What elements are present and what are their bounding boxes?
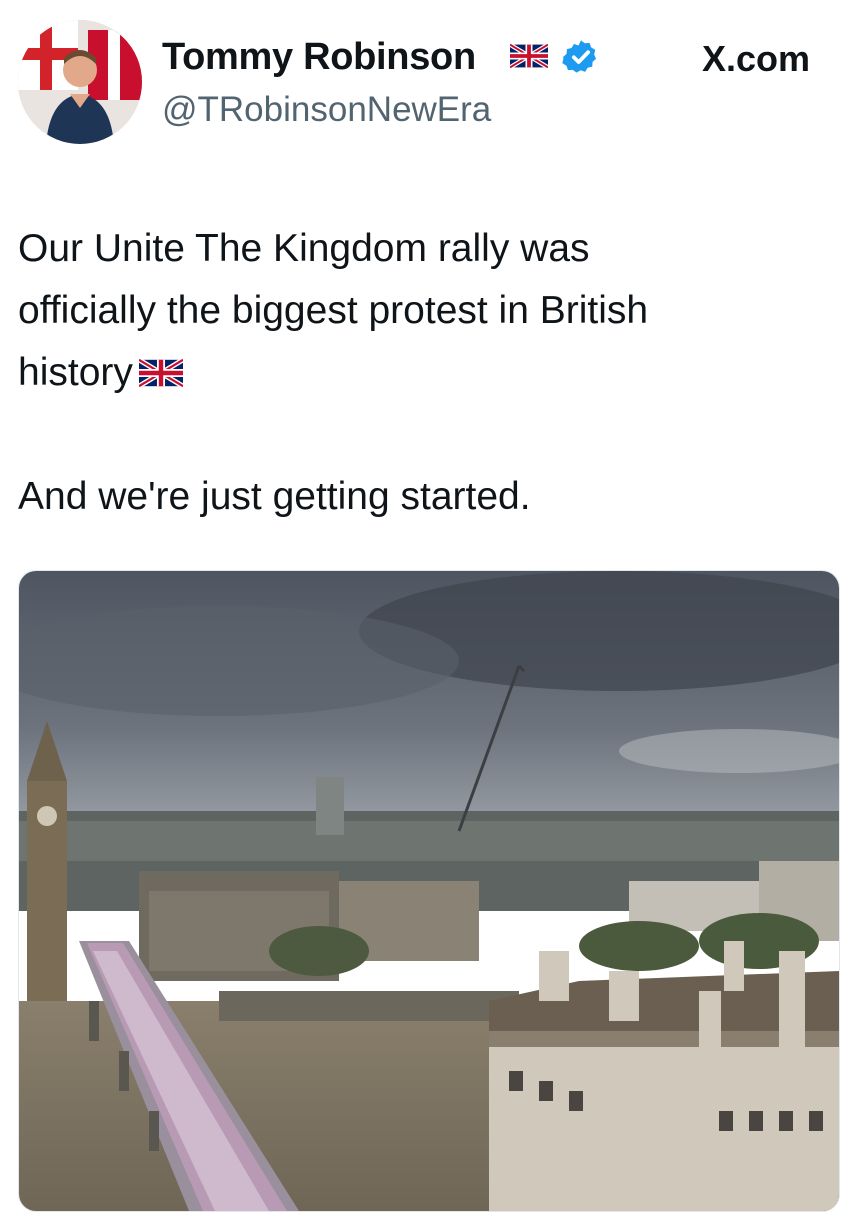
verified-badge-icon (562, 40, 597, 73)
source-label: X.com (702, 38, 811, 79)
uk-flag-icon (510, 42, 548, 70)
tweet-line-with-flag: history (18, 342, 818, 404)
tweet-line: history (18, 351, 133, 394)
avatar[interactable] (18, 20, 142, 144)
uk-flag-icon (138, 357, 183, 389)
user-handle[interactable]: @TRobinsonNewEra (162, 90, 491, 130)
tweet-line: And we're just getting started. (18, 475, 531, 518)
tweet-line: officially the biggest protest in Britis… (18, 289, 649, 332)
display-name[interactable]: Tommy Robinson (162, 36, 476, 79)
aerial-london-photo (19, 571, 839, 1211)
tweet-media-image[interactable] (18, 570, 840, 1212)
tweet-text: Our Unite The Kingdom rally was official… (18, 218, 818, 528)
tweet-line: Our Unite The Kingdom rally was (18, 227, 590, 270)
